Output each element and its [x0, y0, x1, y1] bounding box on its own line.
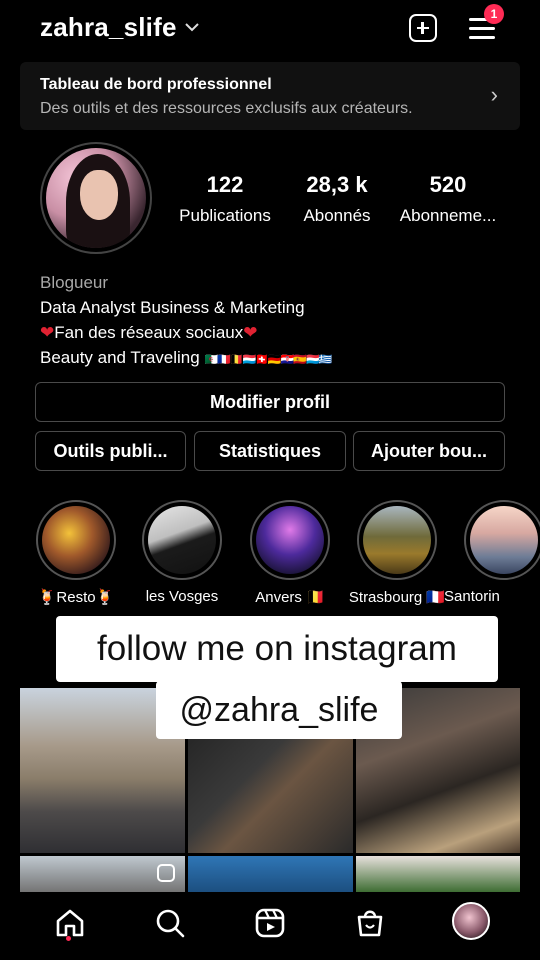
stat-posts-value: 122: [206, 172, 244, 197]
chevron-down-icon: [184, 19, 199, 37]
bio-line-2: ❤Fan des réseaux sociaux❤: [40, 323, 258, 342]
edit-profile-button[interactable]: Modifier profil: [35, 382, 505, 422]
highlight-anvers[interactable]: Anvers 🇧🇪: [250, 500, 330, 606]
overlay-caption-line-2: @zahra_slife: [156, 681, 402, 739]
heart-icon: ❤: [40, 323, 55, 342]
highlight-santorin[interactable]: Santorin: [444, 500, 540, 605]
notification-badge: 1: [484, 4, 504, 24]
bio-category: Blogueur: [40, 273, 109, 292]
tools-button[interactable]: Outils publi...: [35, 431, 186, 471]
flag-icons: 🇩🇿🇫🇷🇧🇪🇱🇺🇨🇭🇩🇪🇭🇷🇪🇸🇱🇺🇬🇷: [204, 354, 332, 366]
highlight-strasbourg[interactable]: Strasbourg 🇫🇷: [349, 500, 445, 606]
plus-square-icon[interactable]: [409, 14, 437, 42]
stat-following[interactable]: 520 Abonneme...: [396, 172, 500, 226]
stat-following-label: Abonneme...: [399, 206, 497, 225]
post-thumbnail[interactable]: [356, 856, 520, 892]
highlight-vosges[interactable]: les Vosges: [142, 500, 222, 605]
statistics-button[interactable]: Statistiques: [194, 431, 346, 471]
dashboard-title: Tableau de bord professionnel: [40, 76, 272, 93]
post-thumbnail[interactable]: [188, 856, 353, 892]
profile-bio: Blogueur Data Analyst Business & Marketi…: [40, 270, 510, 373]
profile-avatar[interactable]: [40, 142, 152, 254]
post-thumbnail[interactable]: [20, 856, 185, 892]
bio-line-3: Beauty and Traveling 🇩🇿🇫🇷🇧🇪🇱🇺🇨🇭🇩🇪🇭🇷🇪🇸🇱🇺🇬…: [40, 348, 332, 367]
top-bar: zahra_slife 1: [0, 0, 540, 58]
reels-icon: [157, 864, 175, 882]
chevron-right-icon: ›: [490, 82, 498, 107]
stat-posts-label: Publications: [179, 206, 271, 225]
bio-line-1: Data Analyst Business & Marketing: [40, 298, 305, 317]
stat-followers-label: Abonnés: [303, 206, 371, 225]
search-icon[interactable]: [153, 906, 187, 940]
profile-avatar-icon[interactable]: [452, 902, 490, 940]
stat-following-value: 520: [429, 172, 467, 197]
overlay-caption-line-1: follow me on instagram: [56, 616, 498, 682]
add-button-button[interactable]: Ajouter bou...: [353, 431, 505, 471]
shop-icon[interactable]: [353, 906, 387, 940]
highlight-label: Santorin: [444, 588, 500, 605]
stat-followers[interactable]: 28,3 k Abonnés: [290, 172, 384, 226]
dashboard-subtitle: Des outils et des ressources exclusifs a…: [40, 100, 413, 117]
stat-posts[interactable]: 122 Publications: [172, 172, 278, 226]
username: zahra_slife: [40, 12, 177, 42]
reels-icon[interactable]: [253, 906, 287, 940]
heart-icon: ❤: [243, 323, 258, 342]
active-indicator-dot: [66, 936, 71, 941]
username-switcher[interactable]: zahra_slife: [40, 12, 199, 43]
stat-followers-value: 28,3 k: [306, 172, 368, 197]
professional-dashboard-banner[interactable]: Tableau de bord professionnel Des outils…: [20, 62, 520, 130]
bottom-navigation: [0, 892, 540, 960]
home-icon[interactable]: [53, 906, 87, 940]
highlight-label: Strasbourg 🇫🇷: [348, 589, 446, 606]
highlight-resto[interactable]: 🍹Resto🍹: [36, 500, 116, 606]
